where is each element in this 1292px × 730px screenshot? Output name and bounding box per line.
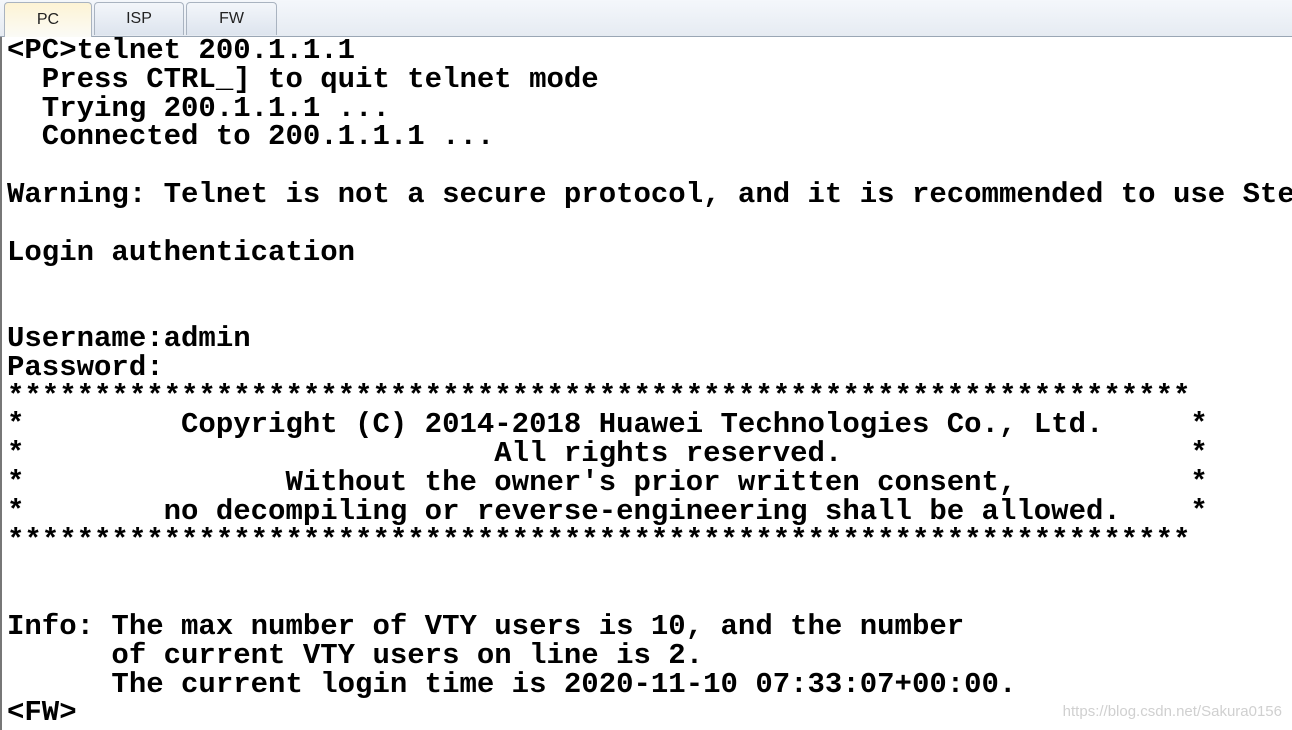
terminal-line: * All rights reserved. * bbox=[7, 437, 1208, 471]
terminal-line: The current login time is 2020-11-10 07:… bbox=[7, 667, 1017, 701]
terminal-line: ****************************************… bbox=[7, 379, 1191, 413]
terminal-line: of current VTY users on line is 2. bbox=[7, 638, 704, 672]
tab-pc[interactable]: PC bbox=[4, 2, 92, 37]
terminal-line: Connected to 200.1.1.1 ... bbox=[7, 120, 495, 154]
watermark: https://blog.csdn.net/Sakura0156 bbox=[1062, 703, 1282, 720]
tab-fw[interactable]: FW bbox=[186, 2, 277, 35]
device-tab-bar: PC ISP FW bbox=[0, 0, 1292, 37]
terminal-line: ****************************************… bbox=[7, 523, 1191, 557]
terminal-line: Info: The max number of VTY users is 10,… bbox=[7, 609, 965, 643]
terminal-line: Press CTRL_] to quit telnet mode bbox=[7, 62, 599, 96]
terminal-line: Username:admin bbox=[7, 321, 251, 355]
terminal-line: Trying 200.1.1.1 ... bbox=[7, 91, 390, 125]
terminal-line: Warning: Telnet is not a secure protocol… bbox=[7, 177, 1292, 211]
terminal-line: <PC>telnet 200.1.1.1 bbox=[7, 37, 356, 67]
terminal-console[interactable]: <PC>telnet 200.1.1.1 Press CTRL_] to qui… bbox=[0, 37, 1292, 730]
terminal-line: * no decompiling or reverse-engineering … bbox=[7, 494, 1208, 528]
terminal-line: Password: bbox=[7, 350, 164, 384]
terminal-line: Login authentication bbox=[7, 235, 356, 269]
tab-isp[interactable]: ISP bbox=[94, 2, 184, 35]
terminal-output: <PC>telnet 200.1.1.1 Press CTRL_] to qui… bbox=[2, 37, 1292, 728]
terminal-line: * Copyright (C) 2014-2018 Huawei Technol… bbox=[7, 408, 1208, 442]
terminal-line: * Without the owner's prior written cons… bbox=[7, 465, 1208, 499]
